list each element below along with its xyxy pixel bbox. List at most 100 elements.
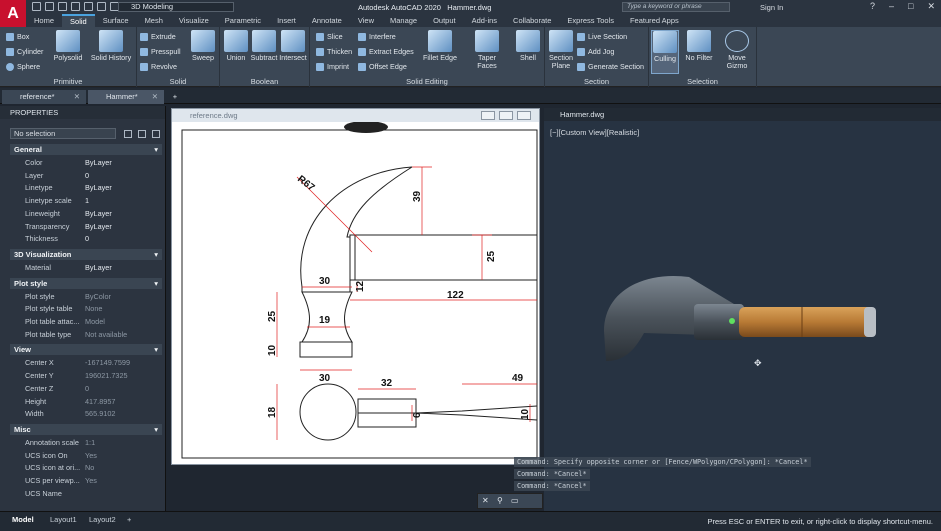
generate-section-tool[interactable]: Generate Section (577, 62, 644, 72)
tab-model[interactable]: Model (12, 515, 34, 524)
ribbon-tab-collaborate[interactable]: Collaborate (505, 14, 559, 27)
property-row[interactable]: UCS per viewp... Yes (10, 475, 162, 487)
maximize-icon[interactable]: □ (908, 1, 913, 12)
ribbon-tab-annotate[interactable]: Annotate (304, 14, 350, 27)
property-row[interactable]: Plot style table None (10, 303, 162, 315)
property-value[interactable]: Yes (85, 475, 97, 487)
close-icon[interactable]: ✕ (927, 1, 935, 12)
property-row[interactable]: UCS Name (10, 488, 162, 500)
ribbon-tab-featured-apps[interactable]: Featured Apps (622, 14, 687, 27)
new-tab-button[interactable]: + (168, 90, 182, 104)
presspull-tool[interactable]: Presspull (140, 47, 181, 57)
save-icon[interactable] (58, 2, 67, 11)
add-layout-button[interactable]: + (127, 515, 131, 524)
fillet-edge-button[interactable]: Fillet Edge (422, 30, 458, 62)
ribbon-tab-insert[interactable]: Insert (269, 14, 304, 27)
section-plane-button[interactable]: Section Plane (547, 30, 575, 70)
minimize-icon[interactable]: – (889, 1, 894, 12)
revolve-tool[interactable]: Revolve (140, 62, 177, 72)
property-row[interactable]: Plot style ByColor (10, 291, 162, 303)
close-tab-icon[interactable]: ✕ (74, 90, 80, 104)
autocad-logo[interactable]: A (0, 0, 26, 28)
solid-history-button[interactable]: Solid History (88, 30, 134, 62)
new-file-icon[interactable] (32, 2, 41, 11)
close-command-icon[interactable]: ✕ (482, 496, 489, 505)
subtract-button[interactable]: Subtract (250, 30, 278, 62)
customize-icon[interactable]: ⚲ (497, 496, 503, 505)
tab-layout2[interactable]: Layout2 (89, 515, 116, 524)
polysolid-button[interactable]: Polysolid (52, 30, 84, 62)
open-folder-icon[interactable] (45, 2, 54, 11)
property-row[interactable]: Transparency ByLayer (10, 221, 162, 233)
property-row[interactable]: Center Z 0 (10, 383, 162, 395)
ribbon-tab-mesh[interactable]: Mesh (137, 14, 171, 27)
property-value[interactable]: ByLayer (85, 182, 112, 194)
property-value[interactable]: 0 (85, 233, 89, 245)
help-icon[interactable]: ? (870, 1, 875, 12)
property-value[interactable]: ByColor (85, 291, 111, 303)
no-filter-button[interactable]: No Filter (683, 30, 715, 62)
ribbon-tab-view[interactable]: View (350, 14, 382, 27)
hammer-3d-model[interactable]: ✥ (544, 121, 941, 511)
property-value[interactable]: ByLayer (85, 208, 112, 220)
close-tab-icon[interactable]: ✕ (152, 90, 158, 104)
selection-dropdown[interactable]: No selection (10, 128, 116, 139)
property-row[interactable]: Linetype ByLayer (10, 182, 162, 194)
section-view[interactable]: View (10, 344, 162, 356)
property-value[interactable]: ByLayer (85, 157, 112, 169)
quick-select-icon[interactable] (152, 130, 160, 138)
property-row[interactable]: Plot table attac... Model (10, 316, 162, 328)
union-button[interactable]: Union (222, 30, 250, 62)
interfere-tool[interactable]: Interfere (358, 32, 396, 42)
sphere-tool[interactable]: Sphere (6, 62, 40, 72)
plot-icon[interactable] (84, 2, 93, 11)
property-value[interactable]: No (85, 462, 94, 474)
property-value[interactable]: ByLayer (85, 262, 112, 274)
property-row[interactable]: Color ByLayer (10, 157, 162, 169)
property-row[interactable]: Thickness 0 (10, 233, 162, 245)
command-prompt-icon[interactable]: ▭ (511, 496, 519, 505)
tab-layout1[interactable]: Layout1 (50, 515, 77, 524)
ribbon-tab-parametric[interactable]: Parametric (217, 14, 269, 27)
move-gizmo-button[interactable]: Move Gizmo (721, 30, 753, 70)
intersect-button[interactable]: Intersect (278, 30, 308, 62)
section-3d-visualization[interactable]: 3D Visualization (10, 248, 162, 260)
offset-edge-tool[interactable]: Offset Edge (358, 62, 407, 72)
property-row[interactable]: UCS icon On Yes (10, 450, 162, 462)
property-row[interactable]: Height 417.8957 (10, 396, 162, 408)
property-value[interactable]: 0 (85, 383, 89, 395)
property-row[interactable]: UCS icon at ori... No (10, 462, 162, 474)
ribbon-tab-solid[interactable]: Solid (62, 14, 95, 27)
search-input[interactable]: Type a keyword or phrase (622, 2, 730, 12)
property-value[interactable]: None (85, 303, 102, 315)
minimize-icon[interactable] (481, 111, 495, 120)
section-misc[interactable]: Misc (10, 423, 162, 435)
culling-button[interactable]: Culling (651, 30, 679, 74)
doc-tab-reference[interactable]: reference* ✕ (2, 90, 86, 104)
shell-button[interactable]: Shell (514, 30, 542, 62)
thicken-tool[interactable]: Thicken (316, 47, 352, 57)
undo-icon[interactable] (97, 2, 106, 11)
extract-edges-tool[interactable]: Extract Edges (358, 47, 414, 57)
ribbon-tab-surface[interactable]: Surface (95, 14, 137, 27)
property-row[interactable]: Width 565.9102 (10, 408, 162, 420)
extrude-tool[interactable]: Extrude (140, 32, 176, 42)
property-value[interactable]: 1:1 (85, 437, 95, 449)
property-value[interactable]: 1 (85, 195, 89, 207)
property-value[interactable]: Model (85, 316, 105, 328)
ribbon-tab-home[interactable]: Home (26, 14, 62, 27)
property-value[interactable]: ByLayer (85, 221, 112, 233)
property-value[interactable]: -167149.7599 (85, 357, 130, 369)
sign-in-button[interactable]: Sign In (760, 3, 783, 12)
section-general[interactable]: General (10, 144, 162, 155)
add-jog-tool[interactable]: Add Jog (577, 47, 614, 57)
property-value[interactable]: 196021.7325 (85, 370, 128, 382)
viewport-reference[interactable]: reference.dwg R67 39 25 30 12 122 25 19 … (171, 108, 540, 465)
viewport-hammer[interactable]: Hammer.dwg [−][Custom View][Realistic] ✥ (544, 108, 941, 511)
section-plot-style[interactable]: Plot style (10, 277, 162, 289)
property-value[interactable]: 0 (85, 170, 89, 182)
select-objects-icon[interactable] (138, 130, 146, 138)
ribbon-tab-add-ins[interactable]: Add-ins (464, 14, 505, 27)
ribbon-tab-express-tools[interactable]: Express Tools (559, 14, 622, 27)
save-as-icon[interactable] (71, 2, 80, 11)
